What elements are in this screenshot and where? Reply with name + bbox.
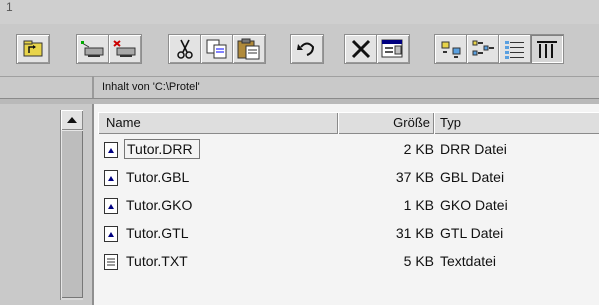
column-header-type[interactable]: Typ [434, 112, 599, 134]
file-type: GKO Datei [440, 197, 508, 213]
up-folder-button[interactable] [16, 34, 50, 64]
text-file-icon [104, 254, 118, 270]
document-file-icon [104, 226, 118, 242]
file-name: Tutor.DRR [124, 139, 200, 159]
properties-icon [381, 39, 403, 58]
properties-button[interactable] [376, 34, 410, 64]
file-list: Name Größe Typ Tutor.DRR 2 KB DRR Datei … [94, 104, 599, 305]
document-file-icon [104, 198, 118, 214]
cut-icon [177, 39, 193, 59]
small-icons-view-icon [472, 40, 494, 56]
small-icons-button[interactable] [466, 34, 500, 64]
delete-button[interactable] [344, 34, 378, 64]
delete-icon [351, 39, 371, 59]
disconnect-drive-button[interactable] [108, 34, 142, 64]
copy-icon [206, 39, 227, 59]
folder-contents-label: Inhalt von 'C:\Protel' [102, 81, 200, 93]
file-row[interactable]: Tutor.DRR 2 KB DRR Datei [94, 138, 599, 162]
column-header-name-label: Name [106, 115, 141, 130]
column-header-size-label: Größe [393, 115, 430, 130]
scroll-up-arrow-icon[interactable] [61, 110, 83, 130]
address-bar [0, 76, 599, 99]
file-type: DRR Datei [440, 141, 507, 157]
large-icons-button[interactable] [434, 34, 468, 64]
file-type: GBL Datei [440, 169, 505, 185]
copy-button[interactable] [200, 34, 234, 64]
file-row[interactable]: Tutor.TXT 5 KB Textdatei [94, 250, 599, 274]
address-divider [92, 76, 94, 98]
column-header-size[interactable]: Größe [338, 112, 434, 134]
file-size: 5 KB [403, 253, 434, 269]
file-size: 2 KB [403, 141, 434, 157]
file-size: 1 KB [403, 197, 434, 213]
window-title-fragment: 1 [6, 0, 13, 14]
file-type: Textdatei [440, 253, 497, 269]
file-row[interactable]: Tutor.GKO 1 KB GKO Datei [94, 194, 599, 218]
file-name: Tutor.GKO [126, 197, 193, 213]
paste-button[interactable] [232, 34, 266, 64]
cut-button[interactable] [168, 34, 202, 64]
large-icons-view-icon [441, 41, 461, 58]
paste-icon [237, 38, 260, 60]
map-network-drive-icon [81, 41, 104, 57]
details-view-button[interactable] [530, 34, 564, 64]
file-name: Tutor.GTL [126, 225, 189, 241]
file-row[interactable]: Tutor.GTL 31 KB GTL Datei [94, 222, 599, 246]
disconnect-drive-icon [113, 40, 136, 57]
file-name: Tutor.GBL [126, 169, 190, 185]
map-drive-button[interactable] [76, 34, 110, 64]
document-file-icon [104, 170, 118, 186]
tree-vertical-scrollbar[interactable] [60, 110, 83, 300]
file-name: Tutor.TXT [126, 253, 188, 269]
toolbar [0, 24, 599, 76]
undo-button[interactable] [290, 34, 324, 64]
file-row[interactable]: Tutor.GBL 37 KB GBL Datei [94, 166, 599, 190]
file-size: 31 KB [395, 225, 434, 241]
details-view-icon [537, 41, 557, 58]
title-strip: 1 [0, 0, 599, 24]
file-type: GTL Datei [440, 225, 504, 241]
up-folder-icon [23, 40, 43, 57]
folder-tree-pane [0, 104, 92, 305]
file-size: 37 KB [395, 169, 434, 185]
column-header-name[interactable]: Name [98, 112, 338, 134]
list-view-icon [505, 41, 524, 59]
column-header-type-label: Typ [440, 115, 461, 130]
scroll-thumb[interactable] [61, 130, 83, 298]
document-file-icon [104, 142, 118, 158]
undo-icon [297, 42, 315, 56]
list-view-button[interactable] [498, 34, 532, 64]
